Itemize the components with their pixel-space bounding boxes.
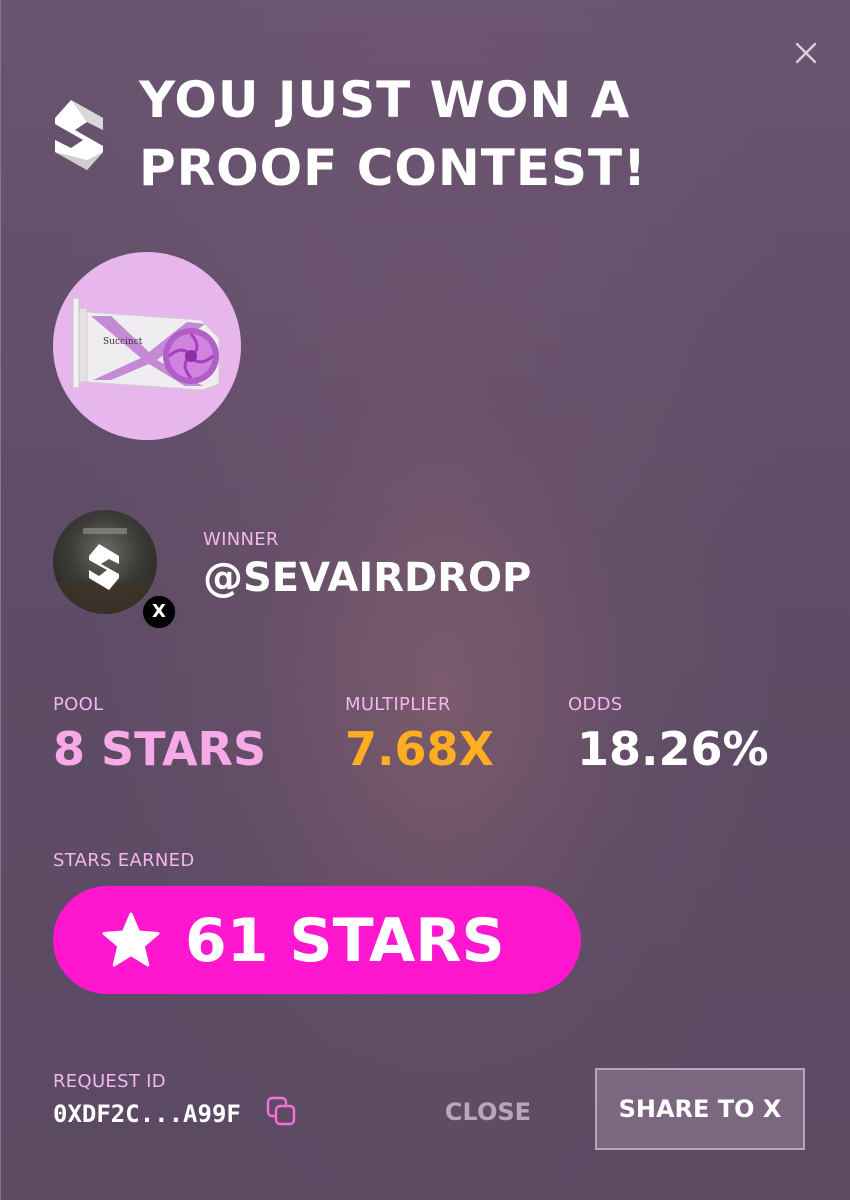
prize-image: Succinct xyxy=(53,252,241,440)
copy-icon[interactable] xyxy=(265,1095,299,1129)
winner-label: WINNER xyxy=(203,529,279,550)
x-platform-badge: X xyxy=(141,594,177,630)
avatar xyxy=(53,510,157,614)
succinct-logo-avatar xyxy=(53,528,157,614)
close-button[interactable]: CLOSE xyxy=(433,1088,543,1136)
winner-handle: @SEVAIRDROP xyxy=(203,555,532,601)
share-to-x-button[interactable]: SHARE TO X xyxy=(595,1068,805,1150)
odds-value: 18.26% xyxy=(577,722,769,776)
star-icon xyxy=(102,912,160,967)
close-icon[interactable] xyxy=(789,36,823,70)
gpu-brand-text: Succinct xyxy=(103,337,143,347)
odds-label: ODDS xyxy=(568,694,623,715)
request-id-value: 0XDF2C...A99F xyxy=(53,1100,241,1128)
pool-value: 8 STARS xyxy=(53,722,267,776)
succinct-logo-icon xyxy=(55,100,103,170)
contest-win-modal: YOU JUST WON A PROOF CONTEST! Succinct X… xyxy=(0,0,850,1200)
pool-label: POOL xyxy=(53,694,104,715)
request-id-label: REQUEST ID xyxy=(53,1071,166,1092)
gpu-card-icon: Succinct xyxy=(72,297,220,391)
multiplier-label: MULTIPLIER xyxy=(345,694,451,715)
stars-earned-value: 61 STARS xyxy=(185,906,505,976)
stars-earned-label: STARS EARNED xyxy=(53,850,195,871)
page-title: YOU JUST WON A PROOF CONTEST! xyxy=(139,71,647,197)
multiplier-value: 7.68X xyxy=(345,722,494,776)
stars-earned-badge: 61 STARS xyxy=(53,886,581,994)
